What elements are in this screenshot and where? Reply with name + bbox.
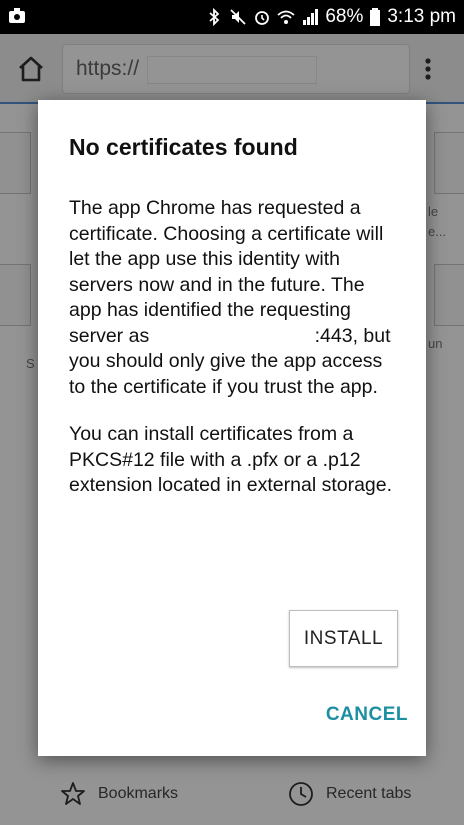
- dialog-paragraph-1: The app Chrome has requested a certifica…: [69, 196, 401, 400]
- battery-icon: [370, 8, 381, 26]
- battery-percent: 68%: [325, 6, 364, 27]
- alarm-icon: [255, 11, 270, 25]
- certificate-dialog: No certificates found The app Chrome has…: [38, 100, 426, 756]
- status-bar: 68% 3:13 pm: [0, 0, 464, 34]
- dialog-title: No certificates found: [69, 134, 298, 160]
- dialog-paragraph-2: You can install certificates from a PKCS…: [69, 423, 393, 496]
- bluetooth-icon: [209, 8, 220, 26]
- redacted-server-name: [154, 326, 315, 347]
- cancel-button[interactable]: CANCEL: [308, 697, 408, 733]
- install-button[interactable]: INSTALL: [289, 610, 398, 667]
- signal-icon: [303, 9, 319, 25]
- clock: 3:13 pm: [387, 6, 456, 27]
- dialog-message: The app Chrome has requested a certifica…: [69, 196, 401, 521]
- mute-icon: [230, 9, 246, 25]
- wifi-icon: [277, 10, 295, 24]
- screenshot-notification-icon: [9, 8, 25, 23]
